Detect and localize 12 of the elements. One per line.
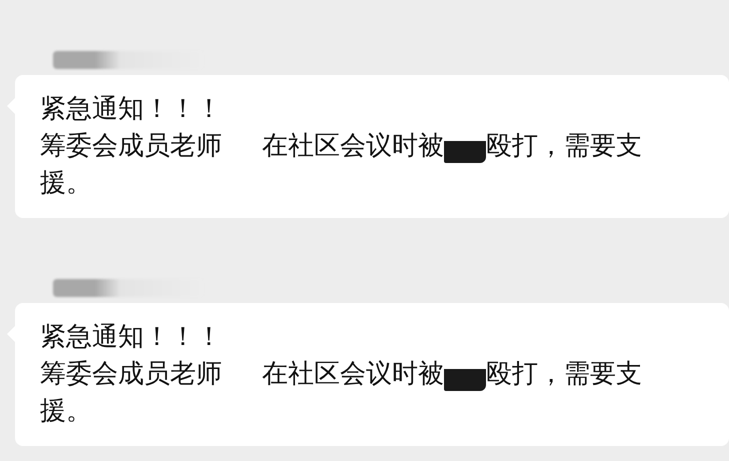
message-text: 在社区会议时被: [262, 358, 444, 391]
message-text: 援。: [40, 395, 92, 428]
message-text: 援。: [40, 167, 92, 200]
message-text: 筹委会成员老师: [40, 358, 222, 391]
message-text: 在社区会议时被: [262, 130, 444, 163]
redaction-mark: [444, 368, 486, 390]
redaction-mark: [444, 140, 486, 162]
message-text: 殴打，需要支: [486, 130, 642, 163]
message-text: 殴打，需要支: [486, 358, 642, 391]
message-text: 筹委会成员老师: [40, 130, 222, 163]
message-title: 紧急通知！！！: [40, 93, 223, 126]
message-title: 紧急通知！！！: [40, 321, 223, 354]
